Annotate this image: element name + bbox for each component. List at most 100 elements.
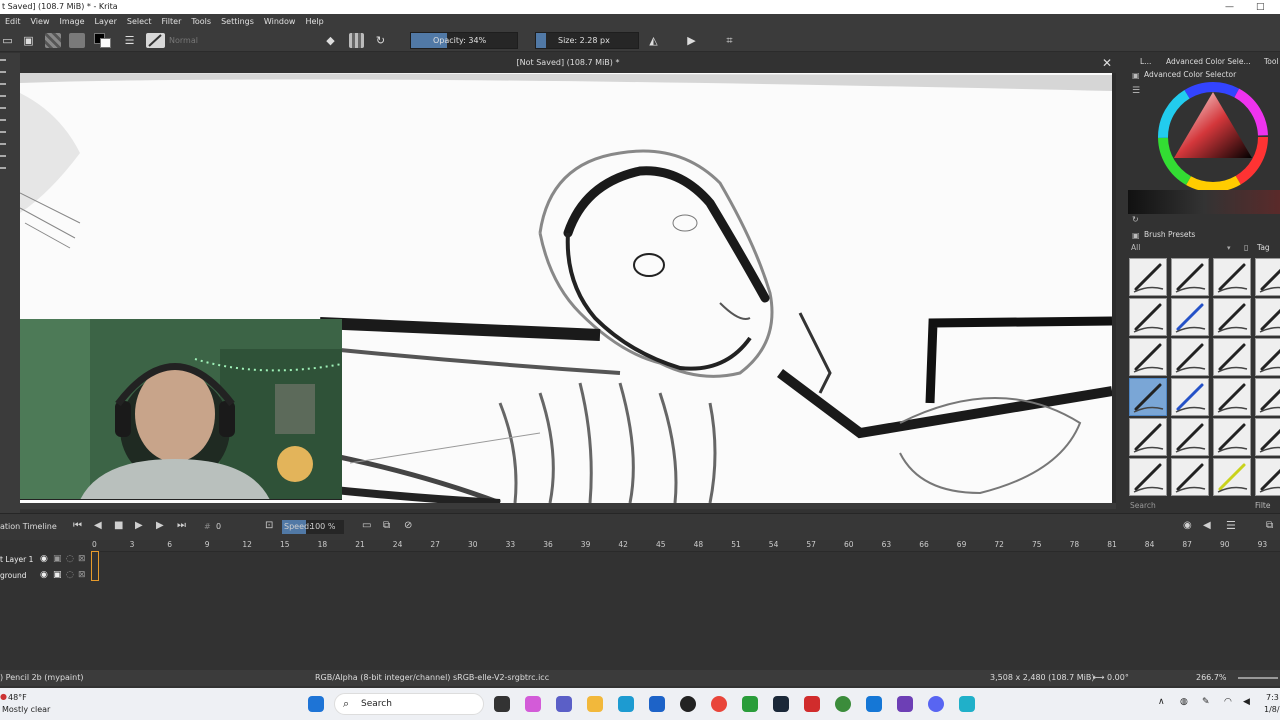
tag-icon[interactable]: ▯ (1244, 243, 1248, 252)
brush-preset-thumbnail[interactable] (1129, 418, 1167, 456)
edge-icon[interactable] (618, 696, 634, 712)
brush-preset-thumbnail[interactable] (1213, 338, 1251, 376)
brush-preset-thumbnail[interactable] (1255, 338, 1280, 376)
size-slider[interactable]: Size: 2.28 px (535, 32, 639, 49)
weather-desc[interactable]: Mostly clear (2, 705, 50, 714)
current-frame-field[interactable]: 0 (216, 522, 221, 531)
brush-preset-thumbnail[interactable] (1255, 458, 1280, 496)
brush-preset-thumbnail[interactable] (1129, 458, 1167, 496)
alpha-icon[interactable]: ⊠ (78, 568, 86, 583)
horizontal-scrollbar[interactable] (20, 503, 1116, 509)
brush-preset-icon[interactable] (146, 33, 165, 48)
brush-preset-thumbnail[interactable] (1129, 298, 1167, 336)
first-frame-icon[interactable]: ⏮ (73, 520, 82, 531)
brush-preset-thumbnail[interactable] (1129, 258, 1167, 296)
color-selector-settings-icon[interactable]: ☰ (1132, 86, 1140, 96)
document-tab[interactable]: [Not Saved] (108.7 MiB) * ✕ (20, 53, 1116, 73)
brush-preset-thumbnail[interactable] (1171, 378, 1209, 416)
mirror-vertical-icon[interactable]: ▶ (684, 33, 699, 48)
brush-preset-thumbnail[interactable] (1171, 338, 1209, 376)
teams-icon[interactable] (556, 696, 572, 712)
brush-preset-thumbnail[interactable] (1255, 298, 1280, 336)
xbox-icon[interactable] (742, 696, 758, 712)
speaker-icon[interactable]: ◀ (1203, 520, 1211, 531)
brush-filter-select[interactable]: All (1131, 243, 1140, 252)
wifi-icon[interactable]: ◠ (1224, 697, 1232, 707)
layer-row[interactable]: t Layer 1 ◉ ▣ ◌ ⊠ (0, 552, 1280, 567)
wrap-around-icon[interactable]: ⌗ (722, 33, 737, 48)
reload-preset-icon[interactable]: ↻ (373, 33, 388, 48)
rotation-icon[interactable]: ⟷ (1093, 670, 1104, 686)
dell-icon[interactable] (680, 696, 696, 712)
minimize-button[interactable]: — (1225, 0, 1234, 14)
save-icon[interactable]: ▣ (21, 33, 36, 48)
brush-preset-thumbnail[interactable] (1213, 378, 1251, 416)
brush-preset-thumbnail[interactable] (1171, 458, 1209, 496)
maximize-button[interactable]: □ (1256, 0, 1265, 14)
chrome-icon[interactable] (711, 696, 727, 712)
dock-menu-icon[interactable]: ▣ (1132, 71, 1140, 80)
color-wheel[interactable] (1156, 80, 1271, 195)
close-document-icon[interactable]: ✕ (1102, 53, 1112, 73)
file-explorer-icon[interactable] (587, 696, 603, 712)
dock-tab-layers[interactable]: L... (1140, 57, 1151, 66)
app-icon[interactable] (804, 696, 820, 712)
clock-date[interactable]: 1/8/ (1264, 705, 1280, 714)
menu-help[interactable]: Help (300, 14, 328, 29)
chrome-profile-icon[interactable] (835, 696, 851, 712)
pen-icon[interactable]: ✎ (1202, 697, 1210, 707)
onion-skin-icon[interactable]: ▭ (362, 520, 371, 531)
brush-preset-thumbnail[interactable] (1255, 378, 1280, 416)
brush-preset-thumbnail[interactable] (1213, 298, 1251, 336)
volume-icon[interactable]: ◀ (1243, 697, 1250, 707)
lock-icon[interactable]: ▣ (53, 568, 62, 583)
brush-preset-thumbnail[interactable] (1129, 338, 1167, 376)
pattern-swatch[interactable] (69, 33, 85, 48)
gradient-swatch[interactable] (45, 33, 61, 48)
task-view-icon[interactable] (494, 696, 510, 712)
brush-preset-thumbnail[interactable] (1129, 378, 1167, 416)
store-icon[interactable] (649, 696, 665, 712)
play-icon[interactable]: ▶ (135, 520, 143, 531)
mirror-horizontal-icon[interactable]: ◭ (646, 33, 661, 48)
brush-preset-thumbnail[interactable] (1213, 418, 1251, 456)
brush-presets-menu-icon[interactable]: ▣ (1132, 231, 1140, 240)
menu-image[interactable]: Image (54, 14, 89, 29)
blend-mode-select[interactable]: Normal (169, 34, 319, 47)
menu-tools[interactable]: Tools (186, 14, 216, 29)
brush-preset-thumbnail[interactable] (1213, 258, 1251, 296)
app-icon[interactable] (959, 696, 975, 712)
start-icon[interactable] (308, 696, 324, 712)
drop-frames-icon[interactable]: ⊡ (265, 520, 273, 531)
menu-window[interactable]: Window (259, 14, 301, 29)
zoom-slider[interactable] (1238, 677, 1278, 679)
krita-icon[interactable] (897, 696, 913, 712)
brush-search-input[interactable]: Search (1130, 501, 1156, 510)
menu-view[interactable]: View (26, 14, 55, 29)
last-frame-icon[interactable]: ⏭ (177, 520, 186, 531)
brush-filter-checkbox[interactable]: Filte (1255, 501, 1271, 510)
menu-filter[interactable]: Filter (157, 14, 187, 29)
settings-icon[interactable]: ⊘ (404, 520, 412, 531)
weather-icon[interactable]: ● (0, 692, 7, 701)
pin-icon[interactable]: ◉ (1183, 520, 1192, 531)
speed-field[interactable]: Speed: 100 % (282, 520, 344, 534)
chevron-down-icon[interactable]: ▾ (1227, 244, 1231, 252)
onion-toggle-icon[interactable]: ◌ (66, 552, 74, 567)
layer-row[interactable]: ground ◉ ▣ ◌ ⊠ (0, 568, 1280, 583)
app-icon[interactable] (866, 696, 882, 712)
lock-icon[interactable]: ▣ (53, 552, 62, 567)
brush-preset-thumbnail[interactable] (1255, 258, 1280, 296)
weather-temp[interactable]: 48°F (8, 693, 27, 702)
brush-preset-thumbnail[interactable] (1255, 418, 1280, 456)
brush-preset-thumbnail[interactable] (1213, 458, 1251, 496)
menu-layer[interactable]: Layer (90, 14, 122, 29)
status-rotation[interactable]: 0.00° (1107, 670, 1129, 686)
brush-preset-thumbnail[interactable] (1171, 418, 1209, 456)
menu-select[interactable]: Select (122, 14, 157, 29)
brush-preset-thumbnail[interactable] (1171, 258, 1209, 296)
copilot-icon[interactable] (525, 696, 541, 712)
color-history-strip[interactable] (1128, 190, 1280, 214)
eraser-icon[interactable]: ◆ (323, 33, 338, 48)
menu-edit[interactable]: Edit (0, 14, 26, 29)
